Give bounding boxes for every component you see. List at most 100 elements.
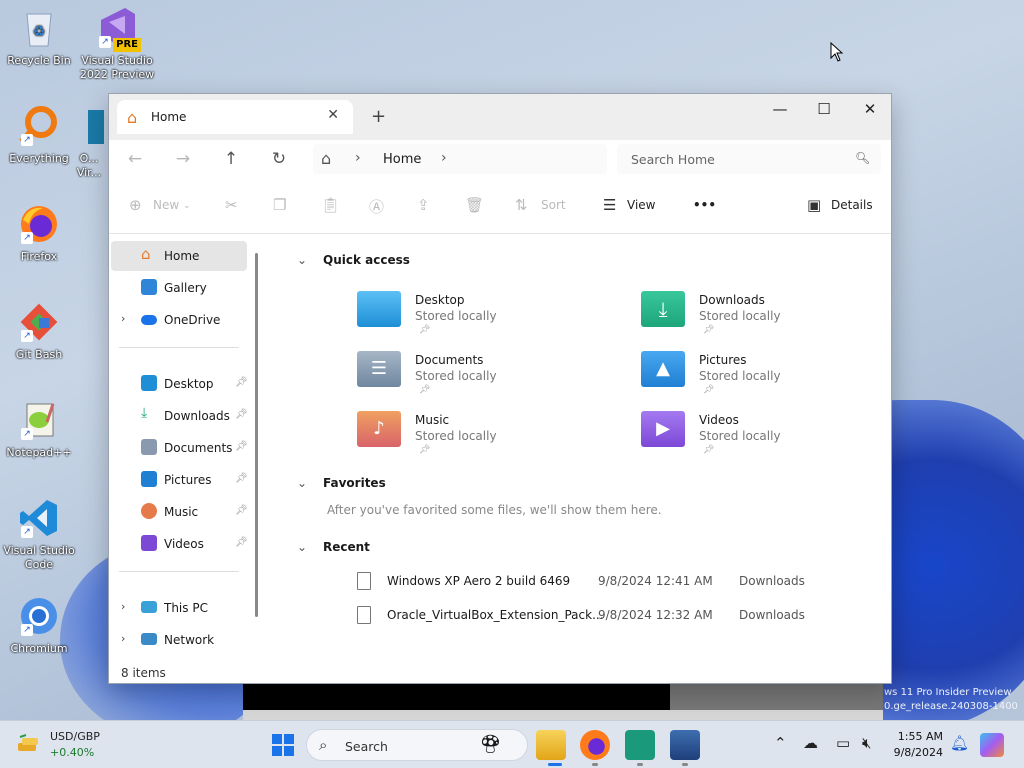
chevron-right-icon[interactable]: › <box>355 150 361 166</box>
vm-status-bar <box>243 710 883 720</box>
chevron-right-icon[interactable]: › <box>121 600 125 613</box>
new-tab-button[interactable]: + <box>371 106 386 127</box>
sidebar-item-documents[interactable]: Documents 📌︎ <box>111 433 248 463</box>
desktop-icon-label: Recycle Bin <box>7 54 71 67</box>
cut-icon[interactable]: ✂ <box>225 196 238 214</box>
details-button[interactable]: Details <box>831 198 873 212</box>
tab-home[interactable]: ⌂ Home ✕ <box>117 100 353 134</box>
chromium-icon: ↗ <box>17 594 61 638</box>
back-arrow-icon[interactable]: ← <box>121 148 149 172</box>
firefox-icon: ↗ <box>17 202 61 246</box>
sidebar-item-this-pc[interactable]: › This PC <box>111 593 247 623</box>
sidebar-item-network[interactable]: › Network <box>111 625 247 655</box>
file-date: 9/8/2024 12:32 AM <box>598 608 713 622</box>
virtualbox-taskbar-icon[interactable] <box>625 730 655 760</box>
search-input[interactable] <box>617 144 881 174</box>
desktop-icon-notepad-plus-plus[interactable]: ↗ Notepad++ <box>0 398 78 460</box>
sidebar-item-label: Desktop <box>164 377 214 391</box>
sidebar-item-label: Pictures <box>164 473 212 487</box>
sidebar-item-pictures[interactable]: Pictures 📌︎ <box>111 465 248 495</box>
pin-icon: 📌︎ <box>235 537 248 548</box>
onedrive-offline-icon[interactable]: ☁ <box>803 734 818 752</box>
currency-widget-icon[interactable] <box>16 733 42 755</box>
share-icon[interactable]: ⇪ <box>417 196 430 214</box>
folder-music[interactable]: ♪ Music Stored locally 📌︎ <box>357 411 617 461</box>
folder-name: Pictures <box>699 353 747 367</box>
folder-downloads[interactable]: ⤓ Downloads Stored locally 📌︎ <box>641 291 901 341</box>
file-location: Downloads <box>739 608 805 622</box>
close-tab-icon[interactable]: ✕ <box>327 107 339 123</box>
recent-file-row[interactable]: Oracle_VirtualBox_Extension_Pack... 9/8/… <box>357 604 817 628</box>
chevron-right-icon[interactable]: › <box>121 632 125 645</box>
sidebar-item-home[interactable]: ⌂ Home <box>111 241 247 271</box>
onedrive-cloud-icon <box>141 315 157 325</box>
network-icon[interactable]: ▭ <box>836 734 850 752</box>
desktop-icon-label: O... Vir... <box>76 152 102 179</box>
desktop-icon-visual-studio-2022[interactable]: PRE ↗ Visual Studio 2022 Preview <box>78 6 156 82</box>
paste-icon[interactable]: 📋︎ <box>321 196 340 214</box>
copilot-icon[interactable] <box>980 733 1004 757</box>
view-button[interactable]: View <box>627 198 655 212</box>
desktop-icon-virtualbox[interactable]: O... Vir... <box>74 104 104 180</box>
sidebar-item-videos[interactable]: Videos 📌︎ <box>111 529 248 559</box>
file-name: Windows XP Aero 2 build 6469 <box>387 574 571 588</box>
taskbar-search-box[interactable]: ⌕ Search 🍄︎ <box>306 729 528 761</box>
recent-file-row[interactable]: Windows XP Aero 2 build 6469 9/8/2024 12… <box>357 570 817 594</box>
section-quick-access[interactable]: ⌄ Quick access <box>297 253 410 267</box>
minimize-button[interactable]: — <box>757 98 803 122</box>
new-button[interactable]: New <box>153 198 179 212</box>
chevron-right-icon[interactable]: › <box>121 312 125 325</box>
delete-icon[interactable]: 🗑︎ <box>465 196 484 214</box>
sidebar-item-label: Home <box>164 249 200 263</box>
more-options-button[interactable]: ••• <box>693 198 716 212</box>
notification-bell-icon[interactable]: 🔔︎ <box>950 734 969 752</box>
vm-xp-taskbar-icon[interactable] <box>670 730 700 760</box>
firefox-taskbar-icon[interactable] <box>580 730 610 760</box>
copy-icon[interactable]: ❐ <box>273 196 286 214</box>
folder-pictures[interactable]: ▲ Pictures Stored locally 📌︎ <box>641 351 901 401</box>
sidebar-item-desktop[interactable]: Desktop 📌︎ <box>111 369 248 399</box>
widget-change[interactable]: +0.40% <box>50 746 94 759</box>
sort-button[interactable]: Sort <box>541 198 566 212</box>
desktop-icon-firefox[interactable]: ↗ Firefox <box>0 202 78 264</box>
clock-time[interactable]: 1:55 AM <box>895 730 943 743</box>
clock-date[interactable]: 9/8/2024 <box>888 746 943 759</box>
maximize-button[interactable]: ☐ <box>801 98 847 122</box>
desktop-icon-git-bash[interactable]: ↗ Git Bash <box>0 300 78 362</box>
forward-arrow-icon[interactable]: → <box>169 148 197 172</box>
sidebar-item-music[interactable]: Music 📌︎ <box>111 497 248 527</box>
desktop-folder-icon <box>141 375 157 391</box>
up-arrow-icon[interactable]: ↑ <box>217 148 245 172</box>
file-explorer-taskbar-icon[interactable] <box>536 730 566 760</box>
navigation-pane: ⌂ Home Gallery › OneDrive Desktop 📌︎ ⤓ D… <box>109 235 259 661</box>
breadcrumb-home[interactable]: Home <box>383 152 421 167</box>
chevron-up-icon[interactable]: ⌃ <box>774 734 787 752</box>
start-button[interactable] <box>272 734 294 756</box>
folder-documents[interactable]: ☰ Documents Stored locally 📌︎ <box>357 351 617 401</box>
desktop-icon-recycle-bin[interactable]: ♻ Recycle Bin <box>0 6 78 68</box>
close-button[interactable]: ✕ <box>847 98 893 122</box>
section-recent[interactable]: ⌄ Recent <box>297 540 370 554</box>
sidebar-item-gallery[interactable]: Gallery <box>111 273 247 303</box>
view-icon: ☰ <box>603 196 617 214</box>
folder-videos[interactable]: ▶ Videos Stored locally 📌︎ <box>641 411 901 461</box>
refresh-icon[interactable]: ↻ <box>265 148 293 172</box>
shortcut-arrow-icon: ↗ <box>99 36 111 48</box>
favorites-empty-message: After you've favorited some files, we'll… <box>327 503 662 517</box>
sidebar-item-onedrive[interactable]: › OneDrive <box>111 305 247 335</box>
pin-icon: 📌︎ <box>703 385 715 395</box>
status-item-count: 8 items <box>121 666 166 680</box>
desktop-icon-everything[interactable]: ↗ Everything <box>0 104 78 166</box>
desktop-icon-chromium[interactable]: ↗ Chromium <box>0 594 78 656</box>
widget-title[interactable]: USD/GBP <box>50 730 100 743</box>
folder-desktop[interactable]: Desktop Stored locally 📌︎ <box>357 291 617 341</box>
address-bar[interactable]: ⌂ › Home › <box>313 144 607 174</box>
chevron-right-icon[interactable]: › <box>441 150 447 166</box>
rename-icon[interactable]: Ⓐ <box>369 196 384 217</box>
sidebar-scrollbar[interactable] <box>255 253 258 617</box>
section-favorites[interactable]: ⌄ Favorites <box>297 476 386 490</box>
desktop-icon-vscode[interactable]: ↗ Visual Studio Code <box>0 496 78 572</box>
virtualbox-icon <box>74 104 104 148</box>
sidebar-item-downloads[interactable]: ⤓ Downloads 📌︎ <box>111 401 248 431</box>
volume-icon[interactable]: 🔇︎ <box>862 734 871 752</box>
